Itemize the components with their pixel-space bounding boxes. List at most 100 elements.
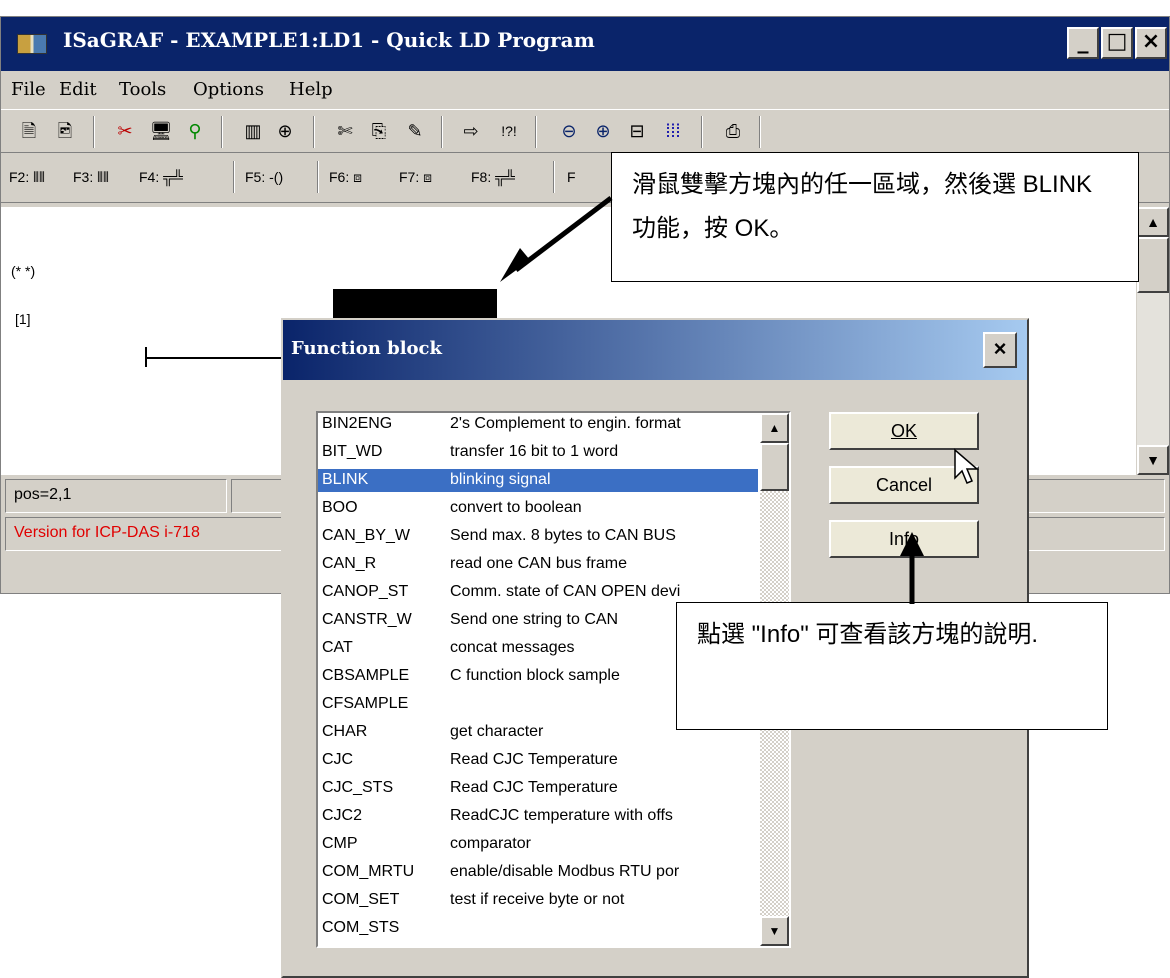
- f6-block-button[interactable]: F6: ⧈: [329, 169, 362, 186]
- ok-button[interactable]: OK: [829, 412, 979, 450]
- function-description: test if receive byte or not: [450, 891, 625, 908]
- scroll-up-button[interactable]: ▲: [1137, 207, 1169, 237]
- open-file-icon[interactable]: 🖻: [53, 119, 77, 143]
- list-item[interactable]: BLINK blinking signal: [318, 469, 758, 492]
- list-item[interactable]: BIT_WD transfer 16 bit to 1 word: [318, 441, 758, 464]
- function-name: BOO: [322, 499, 358, 516]
- f2-contact-button[interactable]: F2: ⫴⫴: [9, 169, 45, 186]
- maximize-button[interactable]: □: [1101, 27, 1133, 59]
- f3-contact-button[interactable]: F3: ⫴⫴: [73, 169, 109, 186]
- rung-comment: (* *): [11, 263, 36, 279]
- function-description: transfer 16 bit to 1 word: [450, 443, 619, 460]
- window-title: ISaGRAF - EXAMPLE1:LD1 - Quick LD Progra…: [63, 28, 595, 52]
- function-name: CAN_BY_W: [322, 527, 411, 544]
- function-description: read one CAN bus frame: [450, 555, 627, 572]
- title-bar: ISaGRAF - EXAMPLE1:LD1 - Quick LD Progra…: [1, 17, 1169, 71]
- f8-block-button[interactable]: F8: ╦╩: [471, 169, 515, 185]
- function-description: enable/disable Modbus RTU por: [450, 863, 680, 880]
- info-button[interactable]: Info: [829, 520, 979, 558]
- scissors-icon[interactable]: ✄: [333, 119, 357, 143]
- function-name: CAN_R: [322, 555, 377, 572]
- goto-icon[interactable]: ⇨: [459, 119, 483, 143]
- list-scroll-thumb[interactable]: [760, 443, 789, 491]
- function-name: COM_MRTU: [322, 863, 415, 880]
- function-name: CJC2: [322, 807, 363, 824]
- list-item[interactable]: COM_STS: [318, 917, 758, 940]
- f5-coil-button[interactable]: F5: -(): [245, 169, 283, 185]
- list-item[interactable]: CJC_STS Read CJC Temperature: [318, 777, 758, 800]
- function-name: CANSTR_W: [322, 611, 412, 628]
- dialog-close-button[interactable]: ×: [983, 332, 1017, 368]
- list-item[interactable]: BOO convert to boolean: [318, 497, 758, 520]
- scroll-thumb[interactable]: [1137, 237, 1169, 293]
- function-name: CANOP_ST: [322, 583, 409, 600]
- variables-icon[interactable]: ⊕: [273, 119, 297, 143]
- menu-file[interactable]: File: [11, 79, 46, 100]
- print-icon[interactable]: ⎙: [721, 119, 745, 143]
- scroll-down-button[interactable]: ▼: [1137, 445, 1169, 475]
- zoom-in-icon[interactable]: ⊕: [591, 119, 615, 143]
- menu-bar: File Edit Tools Options Help: [1, 73, 1169, 107]
- list-item[interactable]: CJC Read CJC Temperature: [318, 749, 758, 772]
- paste-icon[interactable]: ✎: [403, 119, 427, 143]
- isagraf-app-icon: [17, 34, 47, 54]
- main-toolbar: 🗎 🖻 ✂ 🖥 ⚲ ▥ ⊕ ✄ ⎘ ✎ ⇨ !?! ⊖ ⊕ ⊟ ⁞⁞⁞ ⎙: [1, 109, 1169, 153]
- function-description: blinking signal: [450, 471, 551, 488]
- function-description: comparator: [450, 835, 531, 852]
- grid-icon[interactable]: ⁞⁞⁞: [661, 119, 685, 143]
- dialog-title-bar: Function block ×: [283, 320, 1027, 380]
- function-description: 2's Complement to engin. format: [450, 415, 681, 432]
- library-icon[interactable]: ▥: [241, 119, 265, 143]
- menu-options[interactable]: Options: [193, 79, 264, 100]
- list-item[interactable]: COM_SET test if receive byte or not: [318, 889, 758, 912]
- function-block[interactable]: [333, 289, 497, 319]
- function-name: COM_STS: [322, 919, 400, 936]
- list-item[interactable]: BIN2ENG 2's Complement to engin. format: [318, 413, 758, 436]
- instruction-callout-top: 滑鼠雙擊方塊內的任一區域，然後選 BLINK 功能，按 OK。: [611, 152, 1139, 282]
- function-description: ReadCJC temperature with offs: [450, 807, 673, 824]
- list-item[interactable]: CAN_R read one CAN bus frame: [318, 553, 758, 576]
- menu-help[interactable]: Help: [289, 79, 333, 100]
- f9-button[interactable]: F: [567, 169, 576, 185]
- rung-wire: [145, 357, 285, 359]
- function-description: Read CJC Temperature: [450, 779, 618, 796]
- list-item[interactable]: CMP comparator: [318, 833, 758, 856]
- function-name: CHAR: [322, 723, 368, 740]
- function-name: COM_SET: [322, 891, 400, 908]
- vertical-scrollbar[interactable]: ▲ ▼: [1137, 207, 1169, 475]
- function-description: Comm. state of CAN OPEN devi: [450, 583, 681, 600]
- copy-icon[interactable]: ⎘: [367, 119, 391, 143]
- cut-icon[interactable]: ✂: [113, 119, 137, 143]
- list-scroll-up-button[interactable]: ▲: [760, 413, 789, 443]
- function-name: CJC: [322, 751, 354, 768]
- menu-edit[interactable]: Edit: [59, 79, 97, 100]
- connect-icon[interactable]: ⚲: [183, 119, 207, 143]
- list-item[interactable]: CAN_BY_W Send max. 8 bytes to CAN BUS: [318, 525, 758, 548]
- new-file-icon[interactable]: 🗎: [17, 119, 41, 143]
- close-button[interactable]: ×: [1135, 27, 1167, 59]
- rung-number: [1]: [15, 311, 31, 327]
- dialog-title: Function block: [291, 338, 442, 359]
- function-name: BLINK: [322, 471, 369, 488]
- zoom-out-icon[interactable]: ⊖: [557, 119, 581, 143]
- menu-tools[interactable]: Tools: [119, 79, 166, 100]
- position-status: pos=2,1: [5, 479, 227, 513]
- minimize-button[interactable]: _: [1067, 27, 1099, 59]
- fit-icon[interactable]: ⊟: [625, 119, 649, 143]
- list-item[interactable]: CANOP_ST Comm. state of CAN OPEN devi: [318, 581, 758, 604]
- function-name: BIT_WD: [322, 443, 383, 460]
- find-icon[interactable]: !?!: [497, 119, 521, 143]
- function-description: Send max. 8 bytes to CAN BUS: [450, 527, 676, 544]
- mouse-cursor-icon: [954, 448, 980, 484]
- function-description: convert to boolean: [450, 499, 582, 516]
- f4-contact-button[interactable]: F4: ╦╩: [139, 169, 183, 185]
- function-name: CAT: [322, 639, 353, 656]
- list-scroll-down-button[interactable]: ▼: [760, 916, 789, 946]
- list-item[interactable]: COM_MRTU enable/disable Modbus RTU por: [318, 861, 758, 884]
- f7-block-button[interactable]: F7: ⧈: [399, 169, 432, 186]
- function-description: Read CJC Temperature: [450, 751, 618, 768]
- function-name: BIN2ENG: [322, 415, 393, 432]
- function-name: CMP: [322, 835, 358, 852]
- list-item[interactable]: CJC2 ReadCJC temperature with offs: [318, 805, 758, 828]
- monitor-icon[interactable]: 🖥: [149, 119, 173, 143]
